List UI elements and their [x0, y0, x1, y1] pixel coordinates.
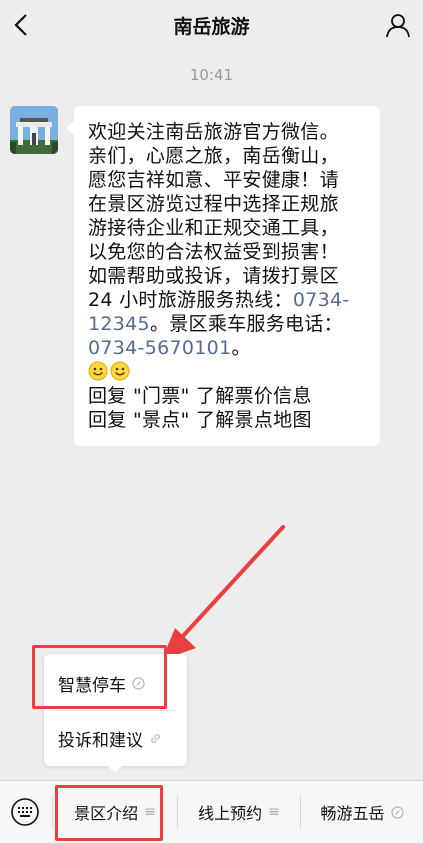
avatar[interactable] — [10, 106, 58, 154]
message-bubble: 欢迎关注南岳旅游官方微信。 亲们，心愿之旅，南岳衡山， 愿您吉祥如意、平安健康！… — [66, 106, 380, 446]
user-profile-icon[interactable] — [385, 12, 411, 38]
back-arrow-icon[interactable] — [10, 12, 36, 38]
emoji-line — [88, 360, 370, 384]
highlight-box-scenic-intro — [55, 785, 163, 841]
reply-tip-spot: 回复 "景点" 了解景点地图 — [88, 409, 312, 431]
hotline-label: 24 小时旅游服务热线： — [88, 289, 293, 311]
highlight-box-parking — [32, 645, 167, 709]
submenu-item-complaints[interactable]: 投诉和建议 — [44, 711, 187, 765]
smile-emoji-icon — [88, 361, 108, 381]
message-line: 愿您吉祥如意、平安健康！请 — [88, 169, 339, 191]
menu-online-booking[interactable]: 线上预约 ≡ — [178, 781, 300, 843]
submenu-item-label: 投诉和建议 — [58, 730, 143, 751]
message-line: 欢迎关注南岳旅游官方微信。 — [88, 121, 339, 143]
reply-tip-ticket: 回复 "门票" 了解票价信息 — [88, 385, 312, 407]
bus-label: 。景区乘车服务电话： — [149, 313, 343, 335]
message-line: 在景区游览过程中选择正规旅 — [88, 193, 339, 215]
link-icon — [151, 733, 160, 743]
link-icon — [390, 805, 404, 819]
menu-label: 线上预约 — [198, 804, 263, 823]
menu-tour-five-mountains[interactable]: 畅游五岳 — [301, 781, 423, 843]
message-line: 以免您的合法权益受到损害！ — [88, 241, 339, 263]
page-title: 南岳旅游 — [173, 15, 250, 38]
hotline-number-link[interactable]: 0734- — [293, 289, 350, 311]
bus-number-link[interactable]: 0734-5670101 — [88, 337, 231, 359]
message-line: 如需帮助或投诉，请拨打景区 — [88, 265, 339, 287]
nav-header: 南岳旅游 — [0, 0, 423, 50]
message-timestamp: 10:41 — [189, 66, 234, 84]
message-line: 游接待企业和正规交通工具， — [88, 217, 339, 239]
hotline-number-link-cont[interactable]: 12345 — [88, 313, 150, 335]
bus-number-line: 0734-5670101。 — [88, 336, 370, 360]
punctuation: 。 — [231, 337, 251, 359]
smile-emoji-icon — [110, 361, 130, 381]
menu-label: 畅游五岳 — [320, 804, 385, 823]
keyboard-icon[interactable] — [10, 797, 40, 827]
bus-line: 12345。景区乘车服务电话： — [88, 312, 370, 336]
avatar-gate-image — [10, 106, 58, 154]
list-icon: ≡ — [268, 804, 280, 820]
message-line: 亲们，心愿之旅，南岳衡山， — [88, 145, 339, 167]
hotline-line: 24 小时旅游服务热线：0734- — [88, 288, 370, 312]
